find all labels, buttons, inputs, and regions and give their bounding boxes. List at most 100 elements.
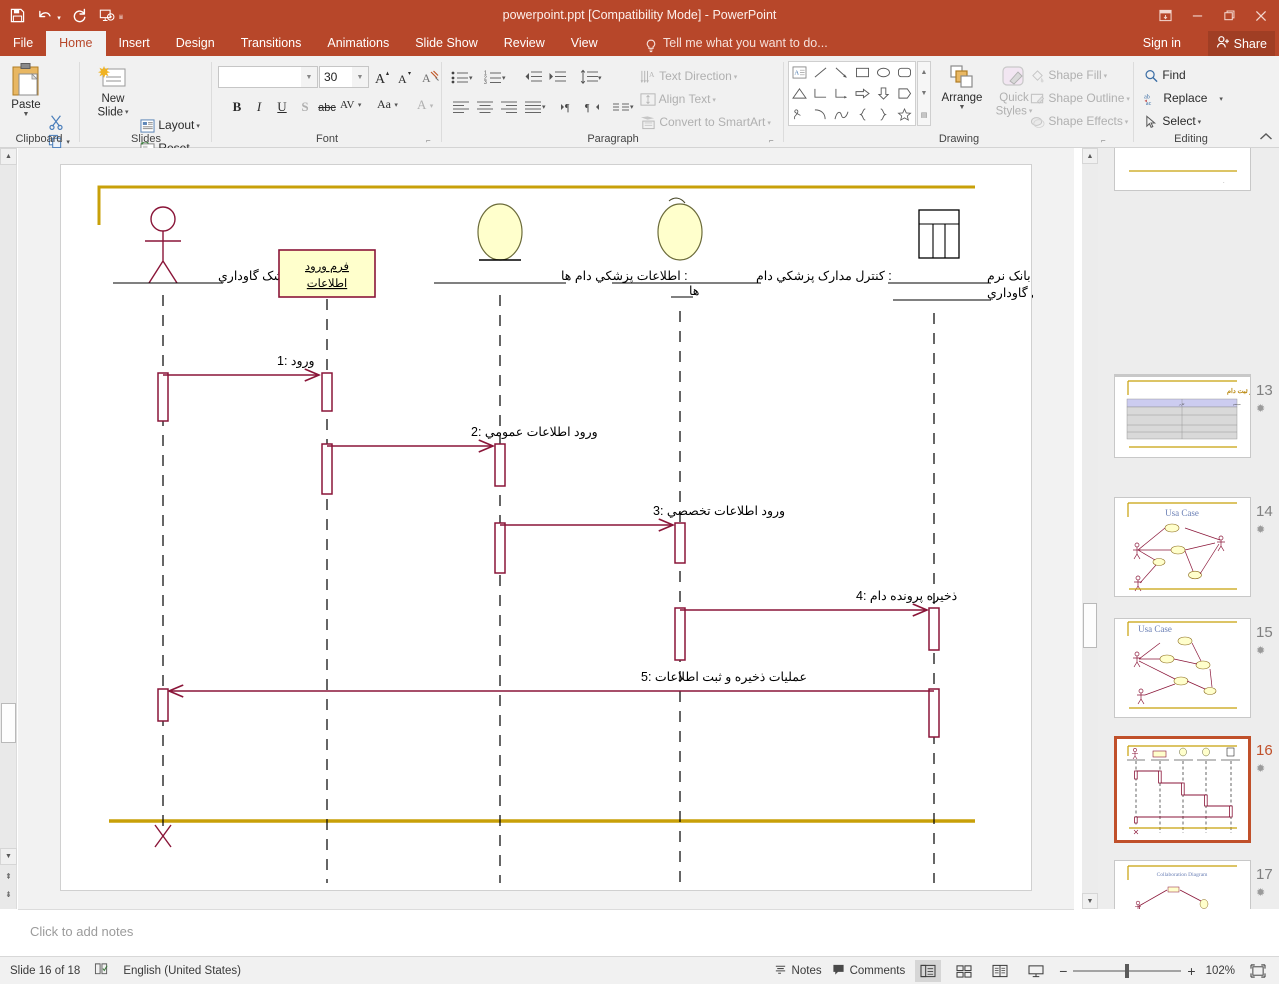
new-slide-button[interactable]: New Slide ▾ [90,64,136,120]
tab-transitions[interactable]: Transitions [228,31,315,56]
tell-me-box[interactable]: Tell me what you want to do... [645,31,828,56]
justify-button[interactable] [522,96,544,118]
cut-button[interactable] [48,114,64,130]
tab-home[interactable]: Home [46,31,106,56]
select-caret[interactable]: ▾ [1196,119,1202,126]
layout-dropdown-caret[interactable]: ▾ [194,123,200,130]
rounded-rectangle-icon[interactable] [894,62,915,83]
slide-pane-scroll-down-icon[interactable]: ▼ [1082,893,1098,909]
normal-view-button[interactable] [915,959,942,982]
minimize-button[interactable] [1181,2,1213,30]
arrow-icon[interactable] [831,62,852,83]
shape-fill-caret[interactable]: ▾ [1102,73,1108,80]
share-button[interactable]: Share [1207,31,1275,56]
elbow-connector-icon[interactable] [810,83,831,104]
slide-thumbnail-12[interactable]: شرح: ثبت اطلاعات داروهي گاوداري پیش‌شرط:… [1114,148,1251,191]
text-shadow-button[interactable]: S [294,96,316,118]
star-icon[interactable] [894,104,915,125]
spelling-icon[interactable] [94,962,109,979]
tab-animations[interactable]: Animations [314,31,402,56]
shape-effects-button[interactable]: Shape Effects ▾ [1030,114,1128,129]
replace-button[interactable]: ab ac Replace ▾ [1144,91,1223,106]
arc-icon[interactable] [810,104,831,125]
shapes-gallery-scroll[interactable]: ▲ ▼ ▤ [917,61,931,126]
drawing-dialog-launcher[interactable]: ⌐ [1101,136,1106,145]
slide-show-button[interactable] [1023,960,1049,982]
italic-button[interactable]: I [248,96,270,118]
elbow-arrow-connector-icon[interactable] [831,83,852,104]
tab-insert[interactable]: Insert [106,31,163,56]
find-button[interactable]: Find [1144,68,1186,83]
undo-dropdown-caret[interactable]: ▾ [54,3,64,29]
numbering-caret[interactable]: ▾ [502,74,506,82]
ltr-text-direction-button[interactable]: ¶ [558,96,580,118]
scribble-icon[interactable] [789,104,810,125]
triangle-icon[interactable] [789,83,810,104]
zoom-slider[interactable]: − + [1059,963,1195,979]
strikethrough-button[interactable]: abc [316,97,338,119]
curve-icon[interactable] [831,104,852,125]
line-spacing-caret[interactable]: ▾ [598,74,602,82]
convert-smartart-caret[interactable]: ▾ [765,120,771,127]
right-brace-icon[interactable] [873,104,894,125]
font-name-dropdown-caret[interactable]: ▼ [301,67,317,87]
underline-button[interactable]: U [271,96,293,118]
paragraph-dialog-launcher[interactable]: ⌐ [769,136,774,145]
text-box-icon[interactable]: A [789,62,810,83]
oval-icon[interactable] [873,62,894,83]
align-text-caret[interactable]: ▾ [710,97,716,104]
zoom-track[interactable] [1073,963,1182,978]
shape-effects-caret[interactable]: ▾ [1123,119,1129,126]
slide-thumbnail-15[interactable]: Usa Case [1114,618,1251,718]
text-direction-button[interactable]: A Text Direction ▾ [640,69,737,84]
line-spacing-button[interactable] [578,66,600,88]
align-center-button[interactable] [474,96,496,118]
line-icon[interactable] [810,62,831,83]
restore-button[interactable] [1213,2,1245,30]
slide-thumbnail-16[interactable] [1114,736,1251,843]
collapse-ribbon-button[interactable] [1259,132,1273,145]
close-button[interactable] [1245,2,1277,30]
text-direction-caret[interactable]: ▾ [732,74,738,81]
save-icon[interactable] [4,3,30,29]
reading-view-button[interactable] [987,960,1013,982]
left-brace-icon[interactable] [852,104,873,125]
previous-slide-icon[interactable]: ⇞ [0,868,17,885]
slide-thumbnails-pane[interactable]: شرح: ثبت اطلاعات داروهي گاوداري پیش‌شرط:… [1098,148,1279,909]
comments-button[interactable]: Comments [832,963,905,979]
bold-button[interactable]: B [226,96,248,118]
font-size-combo[interactable]: 30 ▼ [319,66,369,88]
columns-caret[interactable]: ▾ [630,103,634,111]
select-button[interactable]: Select ▾ [1144,114,1201,129]
gallery-more-icon[interactable]: ▤ [918,104,930,125]
shapes-gallery[interactable]: A [788,61,916,126]
slide-thumbnail-17[interactable]: Collaboration Diagram [1114,860,1251,909]
left-scrollbar[interactable]: ▲ ▼ ⇞ ⇟ [0,148,17,909]
current-slide[interactable]: : پزشک گاوداري فرم ورود اطلاعات : اطلاعا… [60,164,1033,891]
shrink-font-button[interactable]: A [394,66,416,88]
gallery-scroll-down-icon[interactable]: ▼ [918,83,930,104]
paste-button[interactable]: Paste ▼ [4,62,48,118]
clipboard-dialog-launcher[interactable]: ⌐ [58,136,63,145]
tab-file[interactable]: File [0,31,46,56]
right-arrow-icon[interactable] [852,83,873,104]
align-caret[interactable]: ▾ [542,103,546,111]
language-indicator[interactable]: English (United States) [123,965,241,977]
tab-review[interactable]: Review [491,31,558,56]
shape-outline-button[interactable]: Shape Outline ▾ [1030,91,1130,106]
zoom-level-label[interactable]: 102% [1206,965,1235,977]
slide-editing-area[interactable]: : پزشک گاوداري فرم ورود اطلاعات : اطلاعا… [18,148,1074,909]
character-spacing-caret[interactable]: ▾ [358,102,362,109]
slide-sorter-view-button[interactable] [951,960,977,982]
paste-dropdown-caret[interactable]: ▼ [4,111,48,118]
change-case-caret[interactable]: ▾ [394,102,398,109]
customize-qat-icon[interactable]: ⩸ [116,3,126,29]
fit-slide-button[interactable] [1245,960,1271,982]
replace-caret[interactable]: ▾ [1219,96,1223,103]
arrange-button[interactable]: Arrange ▼ [936,64,988,111]
arrange-caret[interactable]: ▼ [936,104,988,111]
sign-in-button[interactable]: Sign in [1137,31,1187,56]
slide-thumbnail-14[interactable]: Usa Case [1114,497,1251,597]
align-text-button[interactable]: Align Text ▾ [640,92,716,107]
pentagon-icon[interactable] [894,83,915,104]
